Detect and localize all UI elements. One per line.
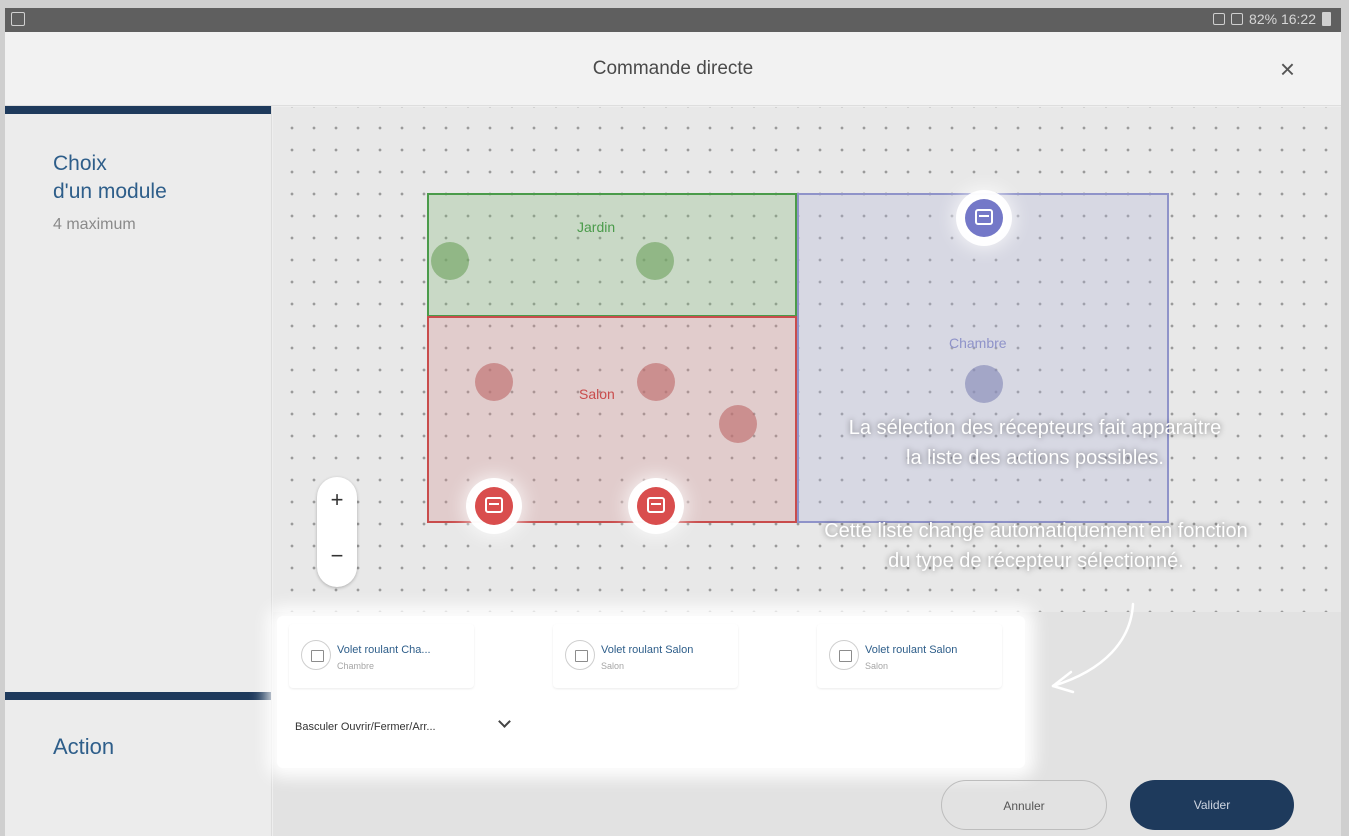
module-volet-salon-2[interactable]	[637, 487, 675, 525]
annotation-text-1: La sélection des récepteurs fait apparai…	[755, 413, 1315, 473]
annotation-line: La sélection des récepteurs fait apparai…	[848, 417, 1222, 439]
module-salon-3[interactable]	[719, 405, 757, 443]
shutter-icon	[485, 497, 503, 513]
action-select-value: Basculer Ouvrir/Fermer/Arr...	[295, 721, 436, 733]
zoom-out-button[interactable]: −	[317, 543, 357, 569]
shutter-icon	[565, 640, 595, 670]
step-title-action: Action	[53, 734, 115, 759]
module-name: Volet roulant Cha...	[337, 644, 431, 656]
cancel-button[interactable]: Annuler	[941, 780, 1107, 830]
chevron-down-icon	[498, 715, 511, 728]
room-chambre[interactable]: Chambre	[797, 193, 1169, 523]
alarm-icon	[1213, 13, 1226, 25]
step-title-line2: d'un module	[53, 180, 167, 203]
step-subtitle-maximum: 4 maximum	[53, 216, 136, 233]
module-room: Salon	[601, 661, 625, 671]
step-indicator-module	[5, 106, 271, 114]
battery-time-text: 82% 16:22	[1249, 11, 1316, 27]
shutter-icon	[647, 497, 665, 513]
sidebar: Choix d'un module 4 maximum Action	[5, 106, 272, 836]
module-volet-chambre[interactable]	[965, 199, 1003, 237]
annotation-line: Cette liste change automatiquement en fo…	[824, 520, 1248, 542]
zoom-control: + −	[317, 477, 357, 587]
step-indicator-action	[5, 692, 271, 700]
app-frame: 82% 16:22 Commande directe × Choix d'un …	[5, 8, 1341, 836]
zoom-in-button[interactable]: +	[317, 487, 357, 513]
room-jardin[interactable]: Jardin	[427, 193, 797, 317]
annotation-arrow-icon	[1051, 602, 1135, 694]
module-volet-salon-1[interactable]	[475, 487, 513, 525]
shutter-icon	[301, 640, 331, 670]
title-bar: Commande directe ×	[5, 32, 1341, 106]
module-salon-2[interactable]	[637, 363, 675, 401]
step-title-line1: Choix	[53, 152, 107, 175]
module-name: Volet roulant Salon	[601, 644, 694, 656]
module-jardin-2[interactable]	[636, 242, 674, 280]
module-room: Chambre	[337, 661, 375, 671]
selected-module-card[interactable]: Volet roulant Salon Salon	[553, 624, 738, 688]
selection-panel: Volet roulant Cha... Chambre Volet roula…	[273, 612, 1341, 836]
wifi-icon	[1231, 13, 1244, 25]
module-salon-1[interactable]	[475, 363, 513, 401]
room-label-salon: Salon	[579, 386, 615, 402]
annotation-line: du type de récepteur sélectionné.	[888, 550, 1184, 572]
selected-module-card[interactable]: Volet roulant Cha... Chambre	[289, 624, 474, 688]
selected-module-card[interactable]: Volet roulant Salon Salon	[817, 624, 1002, 688]
status-bar: 82% 16:22	[5, 8, 1341, 32]
validate-button[interactable]: Valider	[1130, 780, 1294, 830]
annotation-line: la liste des actions possibles.	[906, 447, 1164, 469]
close-icon[interactable]: ×	[1280, 54, 1295, 85]
action-select[interactable]: Basculer Ouvrir/Fermer/Arr...	[285, 708, 523, 748]
module-name: Volet roulant Salon	[865, 644, 958, 656]
module-chambre-2[interactable]	[965, 365, 1003, 403]
status-indicators: 82% 16:22	[1213, 11, 1331, 27]
page-title: Commande directe	[592, 58, 754, 79]
shutter-icon	[975, 209, 993, 225]
notification-icon	[11, 12, 25, 26]
module-room: Salon	[865, 661, 889, 671]
annotation-text-2: Cette liste change automatiquement en fo…	[722, 516, 1341, 576]
shutter-icon	[829, 640, 859, 670]
step-title-module: Choix d'un module	[53, 150, 167, 206]
module-jardin-1[interactable]	[431, 242, 469, 280]
room-label-jardin: Jardin	[577, 219, 616, 235]
room-label-chambre: Chambre	[949, 335, 1007, 351]
battery-icon	[1322, 12, 1331, 26]
